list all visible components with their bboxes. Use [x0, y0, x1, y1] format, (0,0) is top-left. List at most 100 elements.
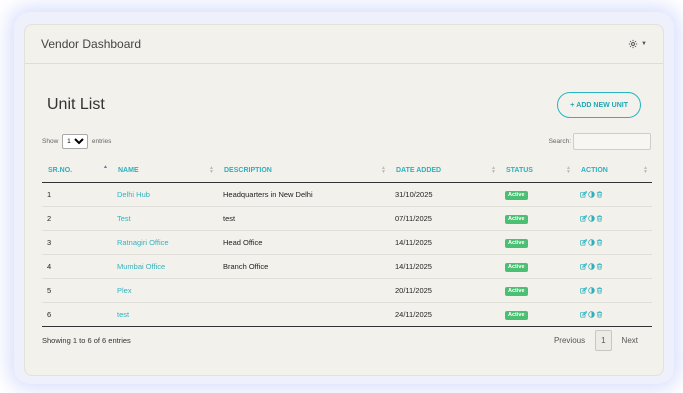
trash-icon[interactable]	[596, 191, 603, 198]
column-header-status[interactable]: STATUS ▲ ▼	[500, 158, 575, 183]
edit-icon[interactable]	[580, 311, 587, 318]
next-page-button[interactable]: Next	[614, 336, 646, 345]
column-header-label: ACTION	[581, 166, 608, 174]
page-button-current[interactable]: 1	[595, 330, 612, 351]
show-label: Show	[42, 138, 59, 145]
status-badge: Active	[505, 311, 528, 320]
column-header-action[interactable]: ACTION ▲ ▼	[575, 158, 652, 183]
column-header-sr-no[interactable]: SR.NO. ▲	[42, 158, 112, 183]
page-length-control: Show 10 entries	[42, 134, 111, 149]
row-actions	[580, 239, 652, 246]
cell-status: Active	[500, 182, 575, 207]
cell-status: Active	[500, 302, 575, 326]
cell-name-link[interactable]: Test	[112, 206, 218, 231]
cell-sr-no: 2	[42, 206, 112, 231]
table-header-row: SR.NO. ▲ NAME ▲ ▼ DESCRIPTION ▲ ▼ DATE ADDED ▲…	[42, 158, 652, 183]
edit-icon[interactable]	[580, 263, 587, 270]
column-header-label: DATE ADDED	[396, 166, 442, 174]
sort-icon: ▲ ▼	[209, 165, 214, 175]
add-new-unit-label: ADD NEW UNIT	[576, 101, 628, 109]
table-footer: Showing 1 to 6 of 6 entries Previous 1 N…	[25, 330, 663, 351]
cell-name-link[interactable]: Plex	[112, 278, 218, 303]
cell-name-link[interactable]: Mumbai Office	[112, 254, 218, 279]
cell-date-added: 14/11/2025	[390, 230, 500, 255]
status-badge: Active	[505, 263, 528, 272]
column-header-label: SR.NO.	[48, 166, 73, 174]
toggle-icon[interactable]	[588, 287, 595, 294]
trash-icon[interactable]	[596, 215, 603, 222]
page-head: Unit List + ADD NEW UNIT	[25, 88, 663, 122]
edit-icon[interactable]	[580, 287, 587, 294]
edit-icon[interactable]	[580, 191, 587, 198]
cell-date-added: 24/11/2025	[390, 302, 500, 326]
toggle-icon[interactable]	[588, 215, 595, 222]
status-badge: Active	[505, 191, 528, 200]
cell-name-link[interactable]: Ratnagiri Office	[112, 230, 218, 255]
row-actions	[580, 215, 652, 222]
sort-icon: ▲ ▼	[643, 165, 648, 175]
pagination: Previous 1 Next	[546, 330, 646, 351]
cell-status: Active	[500, 254, 575, 279]
cell-name-link[interactable]: Delhi Hub	[112, 182, 218, 207]
cell-description	[218, 302, 390, 326]
chevron-down-icon: ▼	[641, 41, 647, 47]
cell-description: Headquarters in New Delhi	[218, 182, 390, 207]
page-length-select[interactable]: 10	[62, 134, 89, 149]
cell-description: Branch Office	[218, 254, 390, 279]
cell-description: Head Office	[218, 230, 390, 255]
cell-sr-no: 6	[42, 302, 112, 326]
sort-icon: ▲ ▼	[491, 165, 496, 175]
units-table: SR.NO. ▲ NAME ▲ ▼ DESCRIPTION ▲ ▼ DATE ADDED ▲…	[42, 158, 652, 326]
entries-label: entries	[91, 138, 112, 145]
sort-icon: ▲ ▼	[566, 165, 571, 175]
cell-actions	[575, 278, 652, 303]
table-row: 5 Plex 20/11/2025 Active	[42, 278, 652, 303]
column-header-date-added[interactable]: DATE ADDED ▲ ▼	[390, 158, 500, 183]
status-badge: Active	[505, 287, 528, 296]
column-header-description[interactable]: DESCRIPTION ▲ ▼	[218, 158, 390, 183]
cell-date-added: 20/11/2025	[390, 278, 500, 303]
trash-icon[interactable]	[596, 239, 603, 246]
cell-actions	[575, 254, 652, 279]
toggle-icon[interactable]	[588, 311, 595, 318]
row-actions	[580, 191, 652, 198]
previous-page-button[interactable]: Previous	[546, 336, 593, 345]
cell-name-link[interactable]: test	[112, 302, 218, 326]
table-bottom-border	[42, 326, 652, 327]
table-row: 3 Ratnagiri Office Head Office 14/11/202…	[42, 230, 652, 255]
settings-menu[interactable]: ▼	[628, 39, 647, 49]
toggle-icon[interactable]	[588, 191, 595, 198]
page-title: Unit List	[47, 96, 105, 113]
toggle-icon[interactable]	[588, 239, 595, 246]
column-header-name[interactable]: NAME ▲ ▼	[112, 158, 218, 183]
row-actions	[580, 263, 652, 270]
cell-sr-no: 1	[42, 182, 112, 207]
table-row: 1 Delhi Hub Headquarters in New Delhi 31…	[42, 182, 652, 207]
cell-sr-no: 4	[42, 254, 112, 279]
trash-icon[interactable]	[596, 263, 603, 270]
trash-icon[interactable]	[596, 311, 603, 318]
cell-actions	[575, 206, 652, 231]
trash-icon[interactable]	[596, 287, 603, 294]
cell-actions	[575, 230, 652, 255]
gear-icon	[628, 39, 638, 49]
table-controls: Show 10 entries Search:	[25, 133, 663, 150]
cell-status: Active	[500, 278, 575, 303]
table-info: Showing 1 to 6 of 6 entries	[42, 336, 131, 345]
cell-actions	[575, 302, 652, 326]
cell-description	[218, 278, 390, 303]
toggle-icon[interactable]	[588, 263, 595, 270]
add-new-unit-button[interactable]: + ADD NEW UNIT	[557, 92, 641, 118]
column-header-label: DESCRIPTION	[224, 166, 272, 174]
cell-date-added: 31/10/2025	[390, 182, 500, 207]
column-header-label: STATUS	[506, 166, 533, 174]
cell-sr-no: 5	[42, 278, 112, 303]
search-input[interactable]	[573, 133, 651, 150]
edit-icon[interactable]	[580, 239, 587, 246]
cell-date-added: 07/11/2025	[390, 206, 500, 231]
edit-icon[interactable]	[580, 215, 587, 222]
sort-icon: ▲ ▼	[381, 165, 386, 175]
cell-sr-no: 3	[42, 230, 112, 255]
header-title: Vendor Dashboard	[41, 37, 142, 51]
table-row: 4 Mumbai Office Branch Office 14/11/2025…	[42, 254, 652, 279]
